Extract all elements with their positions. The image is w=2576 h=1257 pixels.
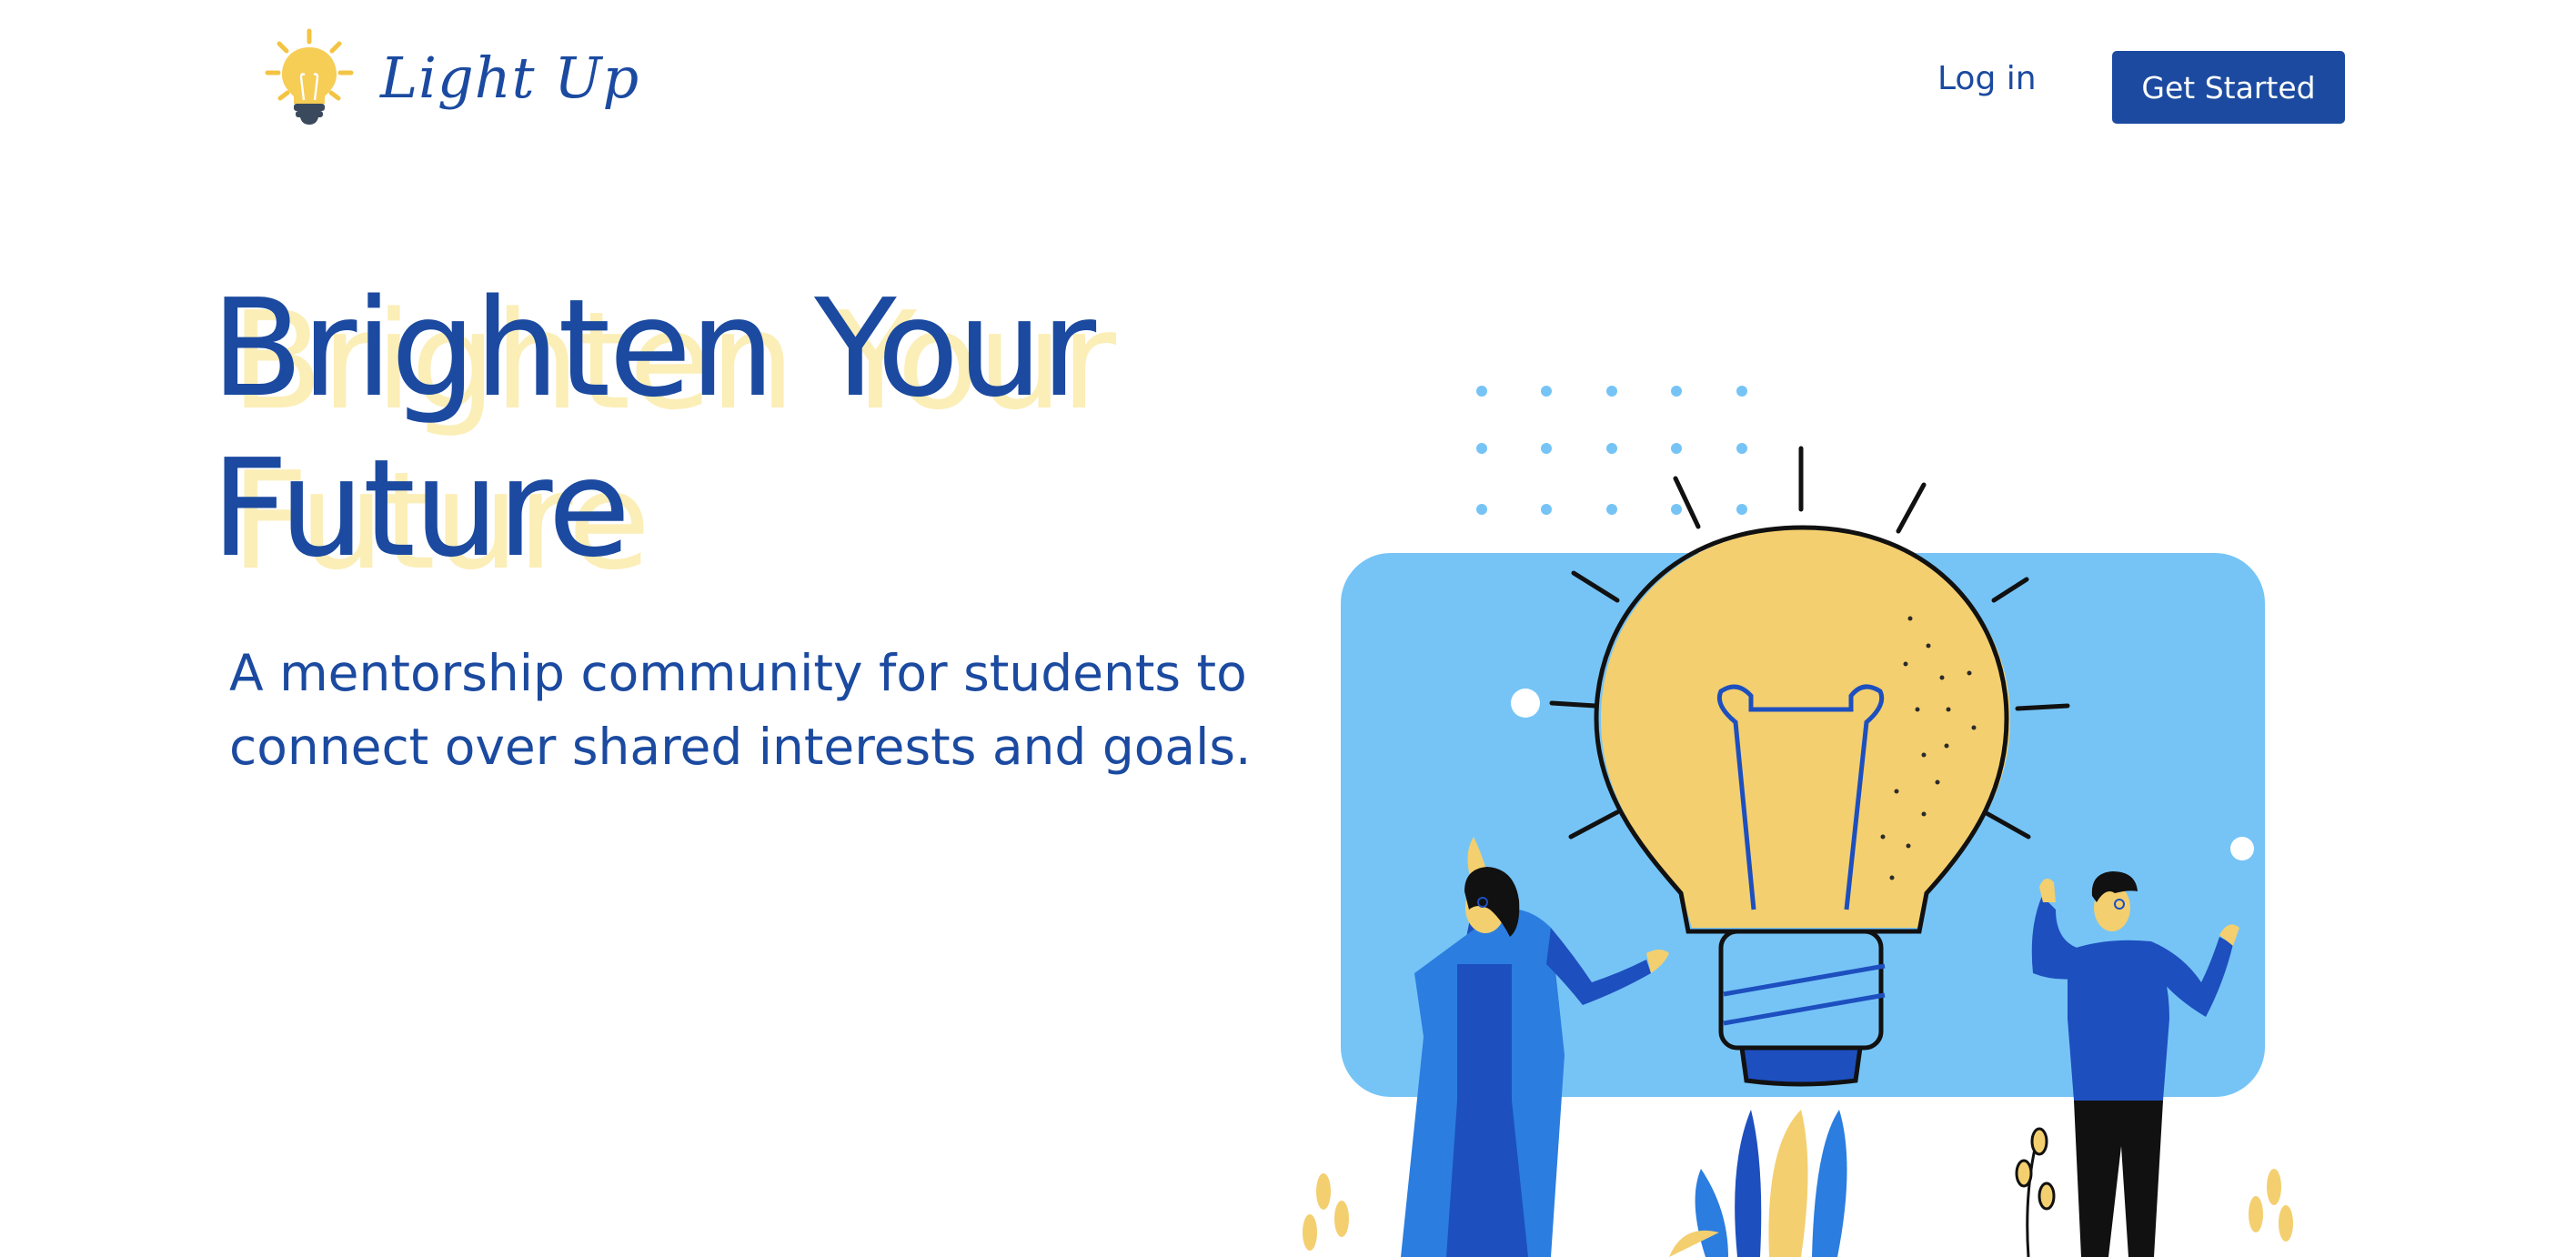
hero-title-text-1: Brighten Your — [211, 270, 1096, 427]
hero-subtitle: A mentorship community for students to c… — [229, 637, 1252, 784]
hero-subtitle-line-2: connect over shared interests and goals. — [229, 718, 1252, 776]
hero-title-line-1: Brighten Your Brighten Your — [211, 268, 1116, 439]
hero-title: Brighten Your Brighten Your Future Futur… — [211, 268, 1116, 599]
lightbulb-icon — [265, 28, 354, 125]
hero-title-line-2: Future Future — [211, 428, 1094, 599]
login-link[interactable]: Log in — [1937, 60, 2037, 97]
logo-text: Light Up — [380, 44, 640, 111]
hero-subtitle-line-1: A mentorship community for students to — [229, 644, 1247, 702]
landing-page: Light Up Log in Get Started Brighten You… — [0, 0, 2576, 1257]
dot-grid — [1476, 386, 1747, 515]
logo-link[interactable]: Light Up — [264, 27, 639, 127]
hero-title-text-2: Future — [211, 430, 630, 587]
get-started-button[interactable]: Get Started — [2112, 51, 2345, 124]
mentorship-lightbulb-illustration — [1303, 386, 2293, 1257]
